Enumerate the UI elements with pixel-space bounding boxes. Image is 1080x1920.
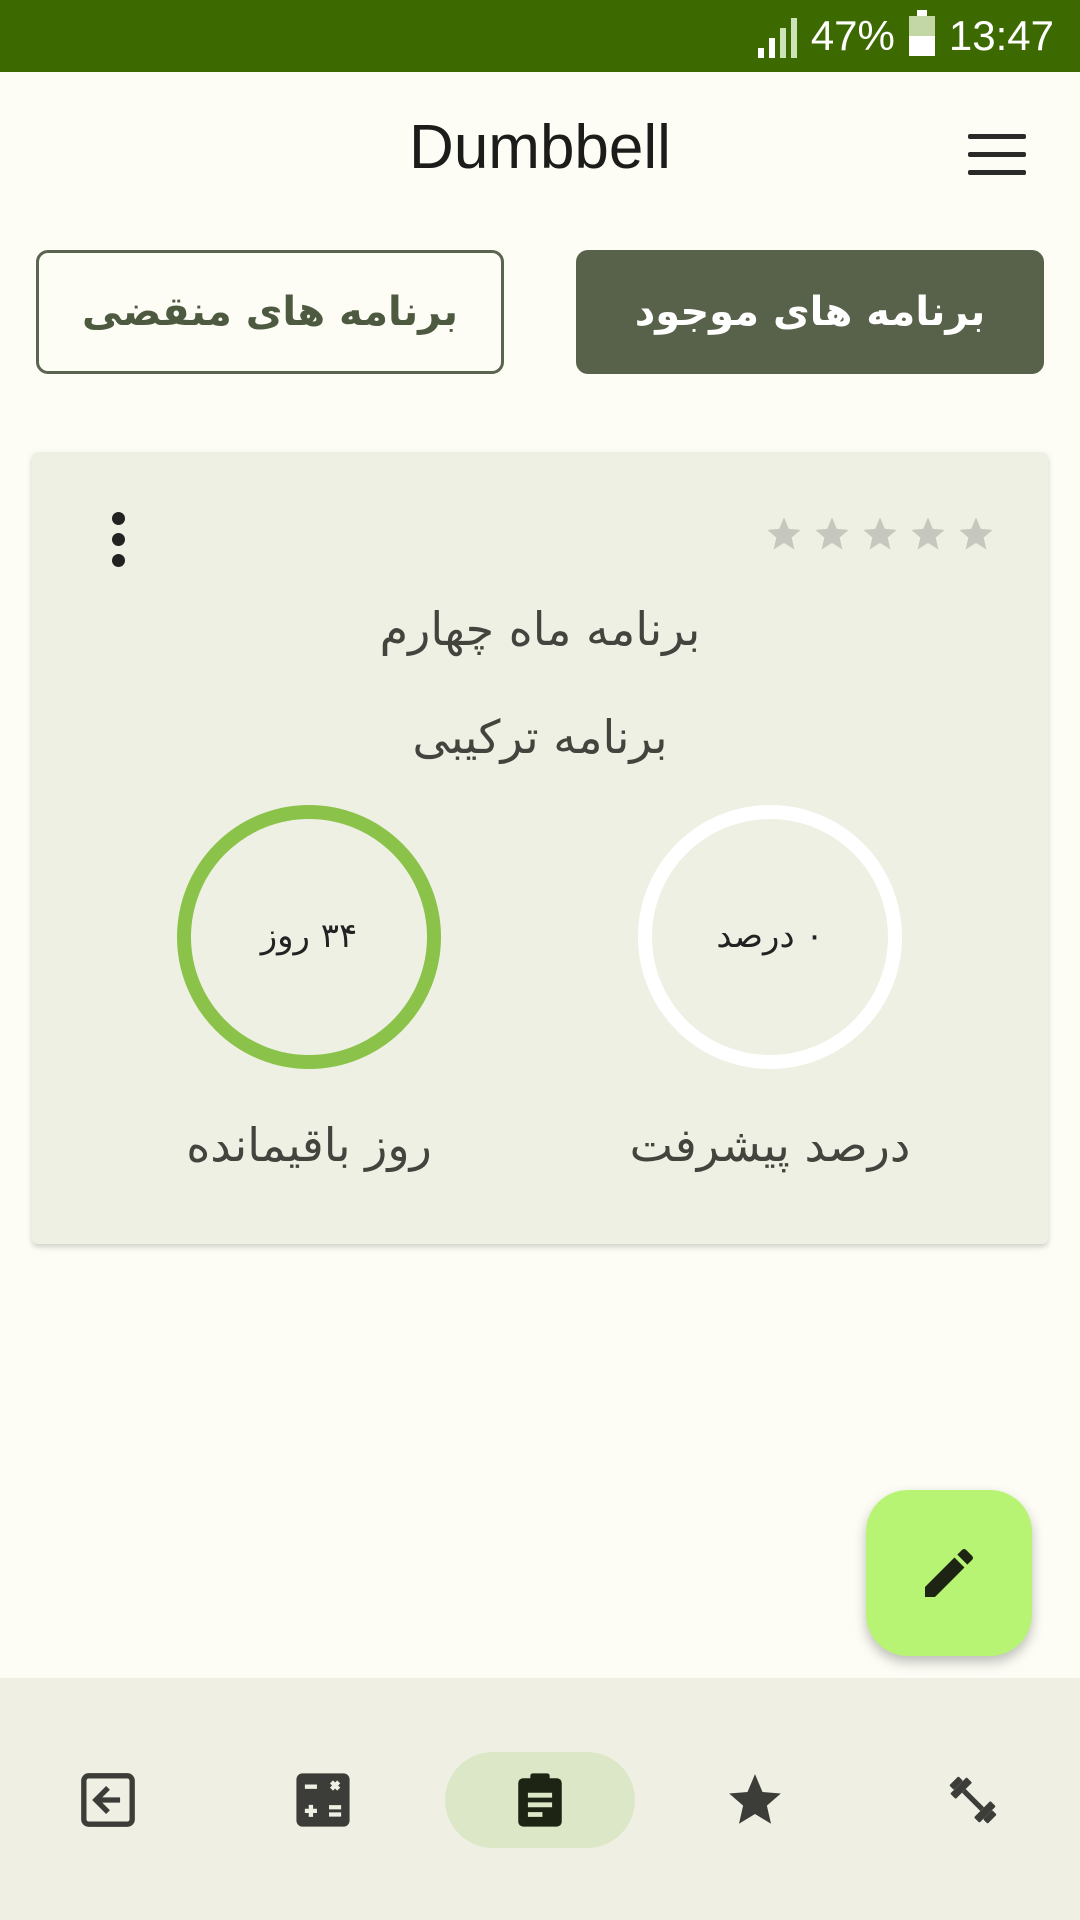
- program-subtitle: برنامه ترکیبی: [412, 710, 668, 764]
- nav-workouts[interactable]: [878, 1752, 1068, 1848]
- battery-percent: 47%: [810, 12, 895, 59]
- remaining-days-ring: ۳۴ روز: [176, 804, 442, 1070]
- star-icon[interactable]: [956, 514, 996, 554]
- edit-fab-button[interactable]: [866, 1490, 1032, 1656]
- calculator-icon: [296, 1773, 350, 1827]
- nav-calculator[interactable]: [228, 1752, 418, 1848]
- menu-icon[interactable]: [968, 134, 1026, 176]
- dumbbell-icon: [949, 1776, 997, 1824]
- more-vert-icon[interactable]: [110, 512, 126, 568]
- nav-exit[interactable]: [13, 1752, 203, 1848]
- progress-value: ۰ درصد: [716, 916, 824, 956]
- status-bar: 47% 13:47: [0, 0, 1080, 72]
- star-icon[interactable]: [764, 514, 804, 554]
- progress-ring: ۰ درصد: [637, 804, 903, 1070]
- tab-available-programs[interactable]: برنامه های موجود: [576, 250, 1044, 374]
- app-bar: Dumbbell: [0, 72, 1080, 232]
- clipboard-icon: [518, 1773, 562, 1827]
- program-title: برنامه ماه چهارم: [379, 602, 701, 656]
- signal-icon: [757, 14, 797, 58]
- clock: 13:47: [948, 12, 1054, 59]
- star-icon[interactable]: [860, 514, 900, 554]
- nav-programs[interactable]: [445, 1752, 635, 1848]
- program-card[interactable]: برنامه ماه چهارم برنامه ترکیبی ۳۴ روز ۰ …: [32, 452, 1048, 1244]
- progress-label: درصد پیشرفت: [629, 1118, 911, 1172]
- star-icon[interactable]: [812, 514, 852, 554]
- remaining-days-label: روز باقیمانده: [186, 1118, 432, 1172]
- nav-favorites[interactable]: [660, 1752, 850, 1848]
- star-icon[interactable]: [908, 514, 948, 554]
- tab-expired-programs[interactable]: برنامه های منقضی: [36, 250, 504, 374]
- star-icon: [729, 1774, 781, 1824]
- bottom-navigation: [0, 1678, 1080, 1920]
- remaining-days-value: ۳۴ روز: [260, 916, 358, 956]
- rating-stars[interactable]: [764, 514, 996, 554]
- edit-pencil-icon: [925, 1548, 973, 1597]
- battery-icon: [908, 10, 935, 56]
- exit-icon: [81, 1773, 135, 1827]
- page-title: Dumbbell: [409, 113, 671, 182]
